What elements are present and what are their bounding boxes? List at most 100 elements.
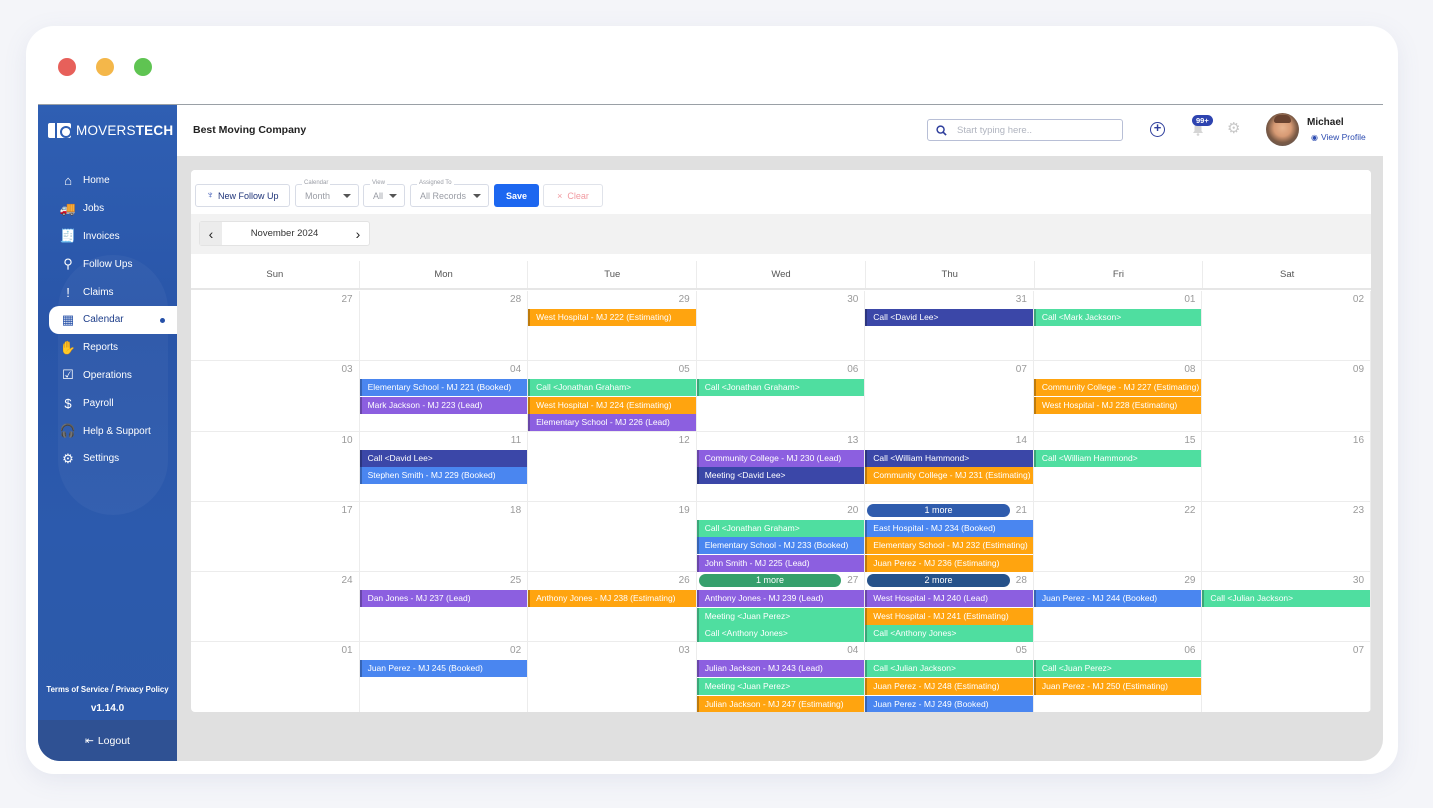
day-cell[interactable]: 01: [191, 642, 360, 712]
day-cell[interactable]: 24: [191, 572, 360, 642]
calendar-event[interactable]: Community College - MJ 231 (Estimating): [865, 467, 1033, 485]
calendar-event[interactable]: West Hospital - MJ 222 (Estimating): [528, 309, 696, 326]
calendar-event[interactable]: Dan Jones - MJ 237 (Lead): [359, 590, 528, 608]
day-number[interactable]: 16: [1353, 435, 1364, 446]
day-cell[interactable]: 09: [1202, 361, 1371, 431]
calendar-event[interactable]: West Hospital - MJ 241 (Estimating): [865, 607, 1033, 625]
day-number[interactable]: 04: [847, 645, 858, 656]
day-number[interactable]: 24: [341, 575, 352, 586]
day-number[interactable]: 25: [510, 575, 521, 586]
brand-logo[interactable]: MOVERS TECH: [48, 123, 173, 138]
close-window-dot[interactable]: [58, 58, 76, 76]
day-cell[interactable]: 07: [1202, 642, 1371, 712]
day-number[interactable]: 20: [847, 505, 858, 516]
calendar-event[interactable]: Juan Perez - MJ 249 (Booked): [865, 695, 1033, 712]
calendar-event[interactable]: West Hospital - MJ 240 (Lead): [865, 590, 1033, 608]
day-number[interactable]: 30: [1353, 575, 1364, 586]
calendar-event[interactable]: Call <Jonathan Graham>: [696, 379, 865, 397]
calendar-event[interactable]: West Hospital - MJ 228 (Estimating): [1033, 396, 1202, 414]
calendar-event[interactable]: Elementary School - MJ 232 (Estimating): [865, 537, 1033, 555]
calendar-event[interactable]: Juan Perez - MJ 236 (Estimating): [865, 555, 1033, 573]
calendar-event[interactable]: John Smith - MJ 225 (Lead): [696, 555, 865, 573]
sidebar-item-invoices[interactable]: 🧾 Invoices: [38, 223, 177, 251]
day-number[interactable]: 10: [341, 435, 352, 446]
day-number[interactable]: 13: [847, 435, 858, 446]
clear-button[interactable]: × Clear: [543, 184, 603, 207]
calendar-event[interactable]: Julian Jackson - MJ 247 (Estimating): [696, 695, 865, 712]
day-number[interactable]: 27: [341, 294, 352, 305]
calendar-event[interactable]: Meeting <Juan Perez>: [696, 607, 865, 625]
calendar-event[interactable]: Call <David Lee>: [865, 309, 1033, 326]
sidebar-item-help-support[interactable]: 🎧 Help & Support: [38, 417, 177, 445]
calendar-event[interactable]: Elementary School - MJ 221 (Booked): [359, 379, 528, 397]
calendar-event[interactable]: Call <William Hammond>: [1033, 449, 1202, 467]
day-cell[interactable]: 03: [191, 361, 360, 431]
day-number[interactable]: 11: [511, 435, 521, 446]
day-number[interactable]: 19: [679, 505, 690, 516]
day-cell[interactable]: 07: [865, 361, 1034, 431]
calendar-event[interactable]: Call <Anthony Jones>: [865, 625, 1033, 643]
day-cell[interactable]: 17: [191, 501, 360, 572]
day-number[interactable]: 02: [510, 645, 521, 656]
calendar-event[interactable]: Juan Perez - MJ 244 (Booked): [1033, 590, 1202, 608]
day-number[interactable]: 30: [847, 294, 858, 305]
day-number[interactable]: 05: [679, 364, 690, 375]
day-cell[interactable]: 28: [360, 291, 529, 361]
day-cell[interactable]: 16: [1202, 431, 1371, 501]
calendar-event[interactable]: Call <Jonathan Graham>: [528, 379, 696, 397]
calendar-event[interactable]: Call <David Lee>: [359, 449, 528, 467]
day-number[interactable]: 01: [1184, 294, 1195, 305]
calendar-event[interactable]: Community College - MJ 230 (Lead): [696, 449, 865, 467]
day-number[interactable]: 29: [679, 294, 690, 305]
day-cell[interactable]: 18: [360, 501, 529, 572]
calendar-event[interactable]: Call <Julian Jackson>: [1202, 590, 1370, 608]
calendar-type-select[interactable]: Calendar Month: [295, 180, 359, 207]
day-number[interactable]: 28: [1016, 575, 1027, 586]
calendar-event[interactable]: Anthony Jones - MJ 238 (Estimating): [528, 590, 696, 608]
day-number[interactable]: 18: [510, 505, 521, 516]
next-month-button[interactable]: ›: [347, 222, 369, 245]
day-cell[interactable]: 02: [1202, 291, 1371, 361]
day-number[interactable]: 06: [1184, 645, 1195, 656]
day-number[interactable]: 23: [1353, 505, 1364, 516]
calendar-event[interactable]: Community College - MJ 227 (Estimating): [1033, 379, 1202, 397]
day-number[interactable]: 22: [1184, 505, 1195, 516]
sidebar-item-jobs[interactable]: 🚚 Jobs: [38, 195, 177, 223]
calendar-event[interactable]: Stephen Smith - MJ 229 (Booked): [359, 467, 528, 485]
day-number[interactable]: 17: [341, 505, 352, 516]
new-follow-up-button[interactable]: ♆ New Follow Up: [195, 184, 290, 207]
day-number[interactable]: 03: [679, 645, 690, 656]
terms-link[interactable]: Terms of Service: [46, 685, 108, 694]
day-number[interactable]: 08: [1184, 364, 1195, 375]
day-number[interactable]: 28: [510, 294, 521, 305]
day-number[interactable]: 05: [1016, 645, 1027, 656]
day-cell[interactable]: 27: [191, 291, 360, 361]
day-number[interactable]: 02: [1353, 294, 1364, 305]
more-events-pill[interactable]: 2 more: [867, 574, 1010, 588]
day-number[interactable]: 26: [679, 575, 690, 586]
assigned-to-select[interactable]: Assigned To All Records: [410, 180, 489, 207]
day-cell[interactable]: 03: [528, 642, 697, 712]
sidebar-item-operations[interactable]: ☑ Operations: [38, 362, 177, 390]
calendar-event[interactable]: Elementary School - MJ 233 (Booked): [696, 537, 865, 555]
search-box[interactable]: [927, 119, 1123, 141]
settings-gear-icon[interactable]: ⚙: [1227, 121, 1241, 136]
sidebar-item-calendar[interactable]: ▦ Calendar: [49, 305, 177, 334]
add-icon[interactable]: +: [1150, 121, 1165, 137]
more-events-pill[interactable]: 1 more: [867, 503, 1010, 517]
day-number[interactable]: 07: [1353, 645, 1364, 656]
view-profile-link[interactable]: ◉ View Profile: [1311, 132, 1366, 142]
day-number[interactable]: 06: [847, 364, 858, 375]
calendar-event[interactable]: Call <Mark Jackson>: [1033, 309, 1202, 326]
calendar-event[interactable]: Juan Perez - MJ 250 (Estimating): [1033, 678, 1202, 696]
sidebar-item-claims[interactable]: ! Claims: [38, 278, 177, 306]
day-number[interactable]: 12: [679, 435, 690, 446]
minimize-window-dot[interactable]: [96, 58, 114, 76]
day-cell[interactable]: 19: [528, 501, 697, 572]
previous-month-button[interactable]: ‹: [200, 222, 222, 245]
day-number[interactable]: 07: [1016, 364, 1027, 375]
sidebar-item-payroll[interactable]: $ Payroll: [38, 389, 177, 417]
view-select[interactable]: View All: [363, 180, 405, 207]
calendar-event[interactable]: East Hospital - MJ 234 (Booked): [865, 519, 1033, 537]
day-number[interactable]: 14: [1016, 435, 1027, 446]
